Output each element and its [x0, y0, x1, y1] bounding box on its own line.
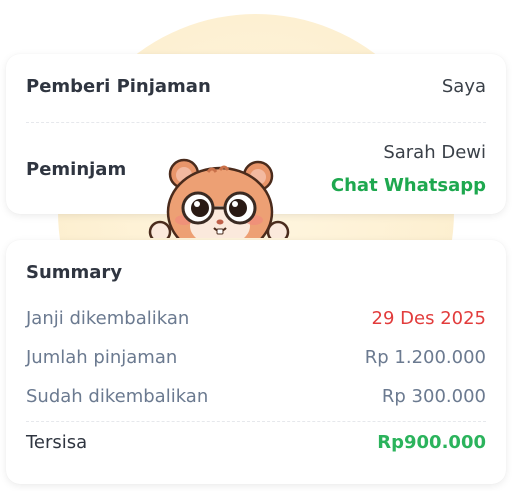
summary-row-due-date: Janji dikembalikan 29 Des 2025	[26, 308, 486, 329]
summary-row-returned: Sudah dikembalikan Rp 300.000	[26, 386, 486, 407]
summary-row-value: Rp 300.000	[381, 386, 486, 407]
borrower-name: Sarah Dewi	[383, 142, 486, 163]
summary-card: Summary Janji dikembalikan 29 Des 2025 J…	[6, 240, 506, 484]
total-label: Tersisa	[26, 432, 88, 453]
loan-detail-screen: Pemberi Pinjaman Saya Peminjam Sarah Dew…	[0, 0, 512, 491]
summary-row-label: Janji dikembalikan	[26, 308, 190, 329]
summary-row-label: Jumlah pinjaman	[26, 347, 178, 368]
chat-whatsapp-link[interactable]: Chat Whatsapp	[331, 175, 486, 196]
summary-title: Summary	[26, 262, 123, 283]
total-value: Rp900.000	[377, 432, 486, 453]
summary-divider	[26, 421, 486, 422]
lender-row: Pemberi Pinjaman Saya	[26, 76, 486, 97]
lender-label: Pemberi Pinjaman	[26, 76, 211, 97]
hamster-with-glasses-illustration	[146, 150, 292, 238]
borrower-label: Peminjam	[26, 158, 127, 180]
borrower-info: Sarah Dewi Chat Whatsapp	[331, 142, 486, 196]
lender-value: Saya	[441, 76, 486, 97]
summary-header: Summary	[26, 262, 486, 283]
summary-row-label: Sudah dikembalikan	[26, 386, 209, 407]
parties-divider	[26, 122, 486, 123]
summary-total-row: Tersisa Rp900.000	[26, 432, 486, 453]
summary-row-value: 29 Des 2025	[371, 308, 486, 329]
hamster-icon	[148, 158, 290, 238]
summary-row-loan-amount: Jumlah pinjaman Rp 1.200.000	[26, 347, 486, 368]
summary-row-value: Rp 1.200.000	[364, 347, 486, 368]
